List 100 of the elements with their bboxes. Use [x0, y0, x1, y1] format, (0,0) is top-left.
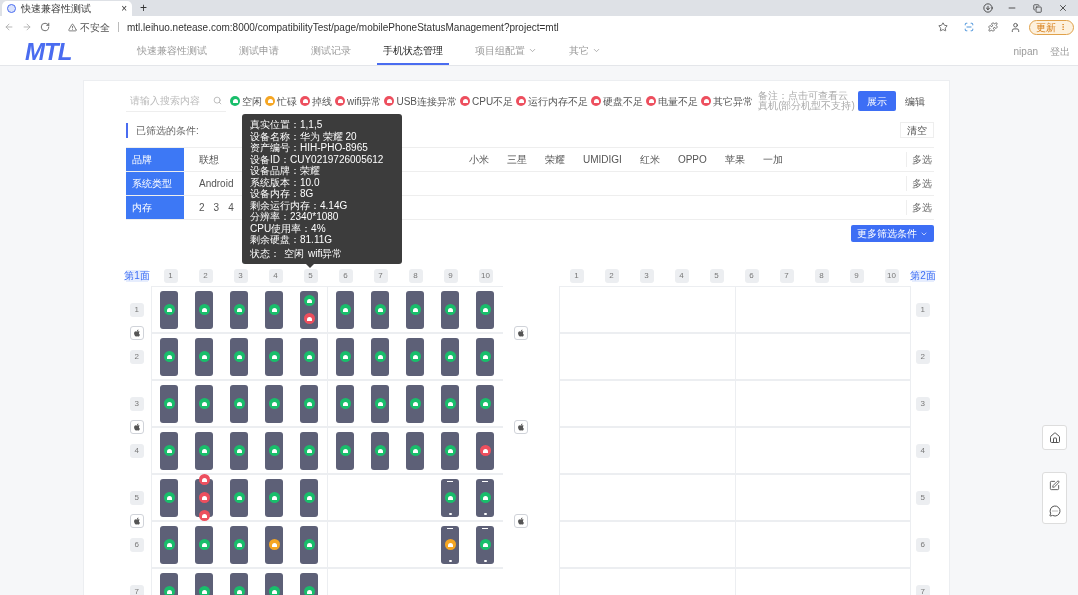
- avatar-icon[interactable]: [1010, 21, 1021, 33]
- phone[interactable]: [195, 384, 214, 423]
- phone[interactable]: [265, 478, 284, 517]
- side-tag: 第2面: [912, 270, 934, 282]
- phone[interactable]: [406, 431, 425, 470]
- apple-button[interactable]: [513, 326, 528, 340]
- phone[interactable]: [230, 337, 249, 376]
- filter-option[interactable]: 一加: [762, 152, 783, 167]
- filter-option[interactable]: Android: [199, 176, 234, 191]
- row-number: 4: [674, 269, 689, 283]
- phone[interactable]: [406, 384, 425, 423]
- apple-button[interactable]: [129, 514, 144, 528]
- phone[interactable]: [300, 431, 319, 470]
- phone[interactable]: [476, 525, 495, 564]
- phone[interactable]: [265, 525, 284, 564]
- phone[interactable]: [160, 431, 179, 470]
- multi-select-button[interactable]: 多选: [906, 176, 934, 191]
- clear-button[interactable]: 清空: [900, 122, 934, 138]
- phone[interactable]: [441, 384, 460, 423]
- phone[interactable]: [441, 431, 460, 470]
- phone[interactable]: [441, 290, 460, 329]
- phone[interactable]: [300, 384, 319, 423]
- apple-button[interactable]: [129, 420, 144, 434]
- phone[interactable]: [300, 337, 319, 376]
- phone[interactable]: [160, 478, 179, 517]
- restore-icon[interactable]: [1033, 4, 1042, 13]
- filter-option[interactable]: 三星: [507, 152, 527, 167]
- row-number: 3: [915, 396, 930, 411]
- phone[interactable]: [371, 431, 390, 470]
- tab-close-button[interactable]: ×: [121, 3, 127, 14]
- filter-option[interactable]: OPPO: [677, 152, 707, 167]
- phone[interactable]: [441, 525, 460, 564]
- multi-select-button[interactable]: 多选: [906, 200, 934, 215]
- phone[interactable]: [371, 384, 390, 423]
- phone[interactable]: [230, 478, 249, 517]
- filter-option[interactable]: 联想: [199, 152, 219, 167]
- phone[interactable]: [476, 478, 495, 517]
- view-toggle[interactable]: 展示: [858, 91, 896, 111]
- apple-button[interactable]: [513, 420, 528, 434]
- phone[interactable]: [195, 431, 214, 470]
- extensions-icon[interactable]: [988, 22, 998, 32]
- phone[interactable]: [441, 478, 460, 517]
- apple-button[interactable]: [513, 514, 528, 528]
- filter-option[interactable]: 苹果: [724, 152, 745, 167]
- phone[interactable]: [230, 290, 249, 329]
- filter-option[interactable]: 4: [228, 200, 234, 215]
- phone[interactable]: [230, 384, 249, 423]
- phone[interactable]: [160, 337, 179, 376]
- search-field[interactable]: 请输入搜索内容: [130, 93, 213, 108]
- phone[interactable]: [336, 290, 355, 329]
- reload-icon[interactable]: [40, 22, 50, 32]
- nav-tab[interactable]: 手机状态管理: [377, 38, 449, 65]
- phone[interactable]: [195, 525, 214, 564]
- phone[interactable]: [441, 337, 460, 376]
- more-filters-button[interactable]: 更多筛选条件: [851, 225, 934, 242]
- multi-select-button[interactable]: 多选: [906, 152, 934, 167]
- phone[interactable]: [336, 384, 355, 423]
- logo[interactable]: MTL: [25, 39, 87, 64]
- close-icon[interactable]: [1058, 3, 1068, 13]
- phone[interactable]: [476, 384, 495, 423]
- apple-button[interactable]: [129, 326, 144, 340]
- phone[interactable]: [406, 337, 425, 376]
- phone[interactable]: [371, 337, 390, 376]
- filter-option[interactable]: 小米: [469, 152, 489, 167]
- phone[interactable]: [230, 431, 249, 470]
- bookmark-star-icon[interactable]: [938, 22, 948, 32]
- filter-option[interactable]: 3: [213, 200, 220, 215]
- phone[interactable]: [160, 384, 179, 423]
- phone[interactable]: [476, 337, 495, 376]
- phone[interactable]: [195, 337, 214, 376]
- home-button[interactable]: [1042, 425, 1067, 450]
- filter-option[interactable]: 红米: [639, 152, 660, 167]
- tooltip-line: 真实位置：1,1,5: [250, 119, 323, 131]
- new-tab-button[interactable]: +: [140, 1, 147, 15]
- phone[interactable]: [265, 290, 284, 329]
- filter-option[interactable]: 荣耀: [545, 152, 565, 167]
- phone[interactable]: [336, 337, 355, 376]
- more-icon: [1059, 23, 1067, 31]
- tooltip-line: 设备名称：华为 荣耀 20: [250, 130, 358, 142]
- filter-option[interactable]: UMIDIGI: [583, 152, 622, 167]
- phone[interactable]: [195, 290, 214, 329]
- phone[interactable]: [230, 525, 249, 564]
- browser-tab[interactable]: 快速兼容性测试 ×: [2, 1, 132, 16]
- phone[interactable]: [476, 431, 495, 470]
- phone[interactable]: [160, 290, 179, 329]
- profile-menu-icon[interactable]: [983, 3, 993, 13]
- phone[interactable]: [160, 525, 179, 564]
- url-field[interactable]: mtl.leihuo.netease.com:8000/compatibilityTest/page/mobilePhoneStatusManagement?project=mtl: [127, 19, 559, 35]
- phone[interactable]: [265, 384, 284, 423]
- phone[interactable]: [300, 290, 319, 329]
- filter-label: 已筛选的条件:: [126, 122, 199, 138]
- filter-option[interactable]: 2: [199, 200, 205, 215]
- phone[interactable]: [265, 337, 284, 376]
- phone[interactable]: [300, 478, 319, 517]
- phone[interactable]: [300, 525, 319, 564]
- phone[interactable]: [336, 431, 355, 470]
- phone[interactable]: [371, 290, 390, 329]
- phone[interactable]: [265, 431, 284, 470]
- phone[interactable]: [406, 290, 425, 329]
- phone[interactable]: [476, 290, 495, 329]
